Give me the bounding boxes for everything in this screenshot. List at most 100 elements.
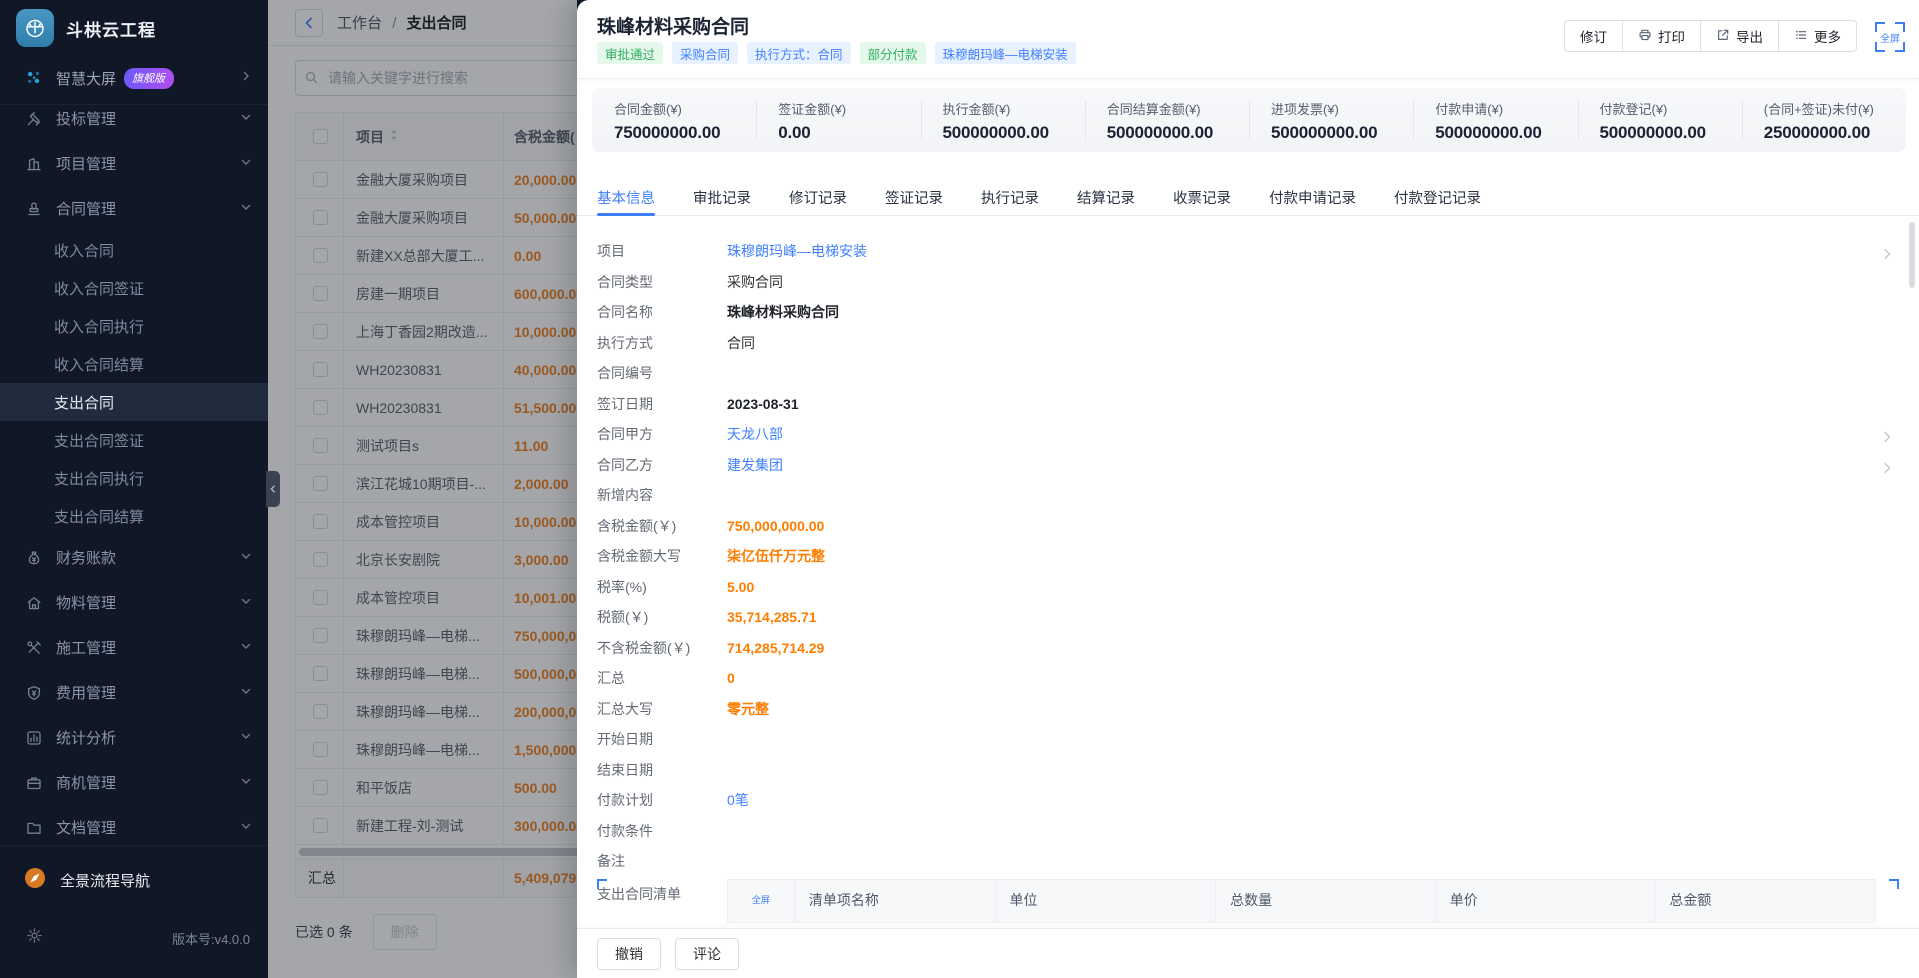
- stat-value: 500000000.00: [1435, 123, 1577, 143]
- sidebar-item-construction[interactable]: 施工管理: [0, 625, 268, 670]
- sidebar-item-opportunity[interactable]: 商机管理: [0, 760, 268, 805]
- sidebar-item-finance[interactable]: 财务账款: [0, 535, 268, 580]
- comment-button[interactable]: 评论: [675, 938, 739, 970]
- stat-value: 500000000.00: [1600, 123, 1742, 143]
- more-button[interactable]: 更多: [1778, 20, 1857, 52]
- contract-detail-drawer: 珠峰材料采购合同 审批通过采购合同执行方式：合同部分付款珠穆朗玛峰—电梯安装 修…: [577, 0, 1919, 978]
- panorama-nav-label: 全景流程导航: [60, 870, 150, 891]
- field-label: 汇总: [597, 663, 727, 694]
- stat-label: 付款登记(¥): [1600, 99, 1742, 118]
- field-label: 不含税金额(￥): [597, 633, 727, 664]
- field-value[interactable]: 珠穆朗玛峰—电梯安装: [727, 236, 867, 267]
- sidebar-item-panorama-nav[interactable]: 全景流程导航: [0, 854, 268, 906]
- sidebar-item-label: 商机管理: [56, 772, 116, 793]
- tools-icon: [25, 640, 43, 656]
- tab-4[interactable]: 执行记录: [981, 180, 1039, 215]
- sidebar-item-statistics[interactable]: 统计分析: [0, 715, 268, 760]
- drawer-scrollbar-thumb[interactable]: [1909, 222, 1915, 288]
- sidebar-subitem[interactable]: 支出合同: [0, 383, 268, 421]
- export-button[interactable]: 导出: [1700, 20, 1779, 52]
- field-label: 合同乙方: [597, 450, 727, 481]
- stat-value: 500000000.00: [1271, 123, 1413, 143]
- tab-6[interactable]: 收票记录: [1173, 180, 1231, 215]
- drawer-header: 珠峰材料采购合同 审批通过采购合同执行方式：合同部分付款珠穆朗玛峰—电梯安装 修…: [577, 0, 1919, 79]
- status-tag: 部分付款: [860, 42, 926, 64]
- sidebar-item-contract[interactable]: 合同管理: [0, 186, 268, 231]
- field-value: 0: [727, 663, 735, 694]
- drawer-footer: 撤销评论: [577, 928, 1919, 978]
- sidebar-subitem[interactable]: 收入合同: [0, 231, 268, 269]
- expense-item-table-header: 全屏清单项名称单位总数量单价总金额: [727, 879, 1876, 923]
- field-row: 结束日期: [597, 755, 1899, 786]
- field-value: 零元整: [727, 694, 769, 725]
- sidebar-subitem[interactable]: 支出合同结算: [0, 497, 268, 535]
- stat-item: 进项发票(¥)500000000.00: [1249, 88, 1413, 152]
- sidebar-item-material[interactable]: 物料管理: [0, 580, 268, 625]
- expense-contract-list-pane: 工作台 / 支出合同 项目 含税金额( 金融大厦采购项目20,000.00金融大…: [268, 0, 577, 978]
- tab-7[interactable]: 付款申请记录: [1269, 180, 1356, 215]
- field-value[interactable]: 建发集团: [727, 450, 783, 481]
- gear-icon[interactable]: [26, 927, 43, 949]
- field-row: 合同乙方建发集团: [597, 450, 1899, 481]
- flagship-badge: 旗舰版: [124, 68, 174, 89]
- field-row: 不含税金额(￥)714,285,714.29: [597, 633, 1899, 664]
- field-value[interactable]: 0笔: [727, 785, 749, 816]
- app-logo-icon: [16, 9, 54, 47]
- field-label: 执行方式: [597, 328, 727, 359]
- warehouse-icon: [25, 595, 43, 611]
- sidebar-subitem[interactable]: 收入合同执行: [0, 307, 268, 345]
- sidebar-item-expense[interactable]: 费用管理: [0, 670, 268, 715]
- print-button[interactable]: 打印: [1622, 20, 1701, 52]
- sidebar-item-bidding[interactable]: 投标管理: [0, 96, 268, 141]
- sidebar-item-label: 文档管理: [56, 817, 116, 838]
- sidebar-subitem[interactable]: 收入合同签证: [0, 269, 268, 307]
- gavel-icon: [25, 111, 43, 127]
- field-row: 付款条件: [597, 816, 1899, 847]
- chevron-right-icon: [240, 69, 252, 87]
- modal-overlay[interactable]: [268, 0, 577, 978]
- tab-1[interactable]: 审批记录: [693, 180, 751, 215]
- stat-item: 执行金额(¥)500000000.00: [921, 88, 1085, 152]
- basic-info-panel: 项目珠穆朗玛峰—电梯安装合同类型采购合同合同名称珠峰材料采购合同执行方式合同合同…: [577, 217, 1919, 928]
- sidebar-item-label: 项目管理: [56, 153, 116, 174]
- sidebar-item-label: 统计分析: [56, 727, 116, 748]
- inner-fullscreen-button[interactable]: 全屏: [748, 888, 774, 914]
- field-row: 签订日期2023-08-31: [597, 389, 1899, 420]
- field-label: 项目: [597, 236, 727, 267]
- field-value: 采购合同: [727, 267, 783, 298]
- revoke-button[interactable]: 撤销: [597, 938, 661, 970]
- sidebar-item-document[interactable]: 文档管理: [0, 805, 268, 845]
- tab-5[interactable]: 结算记录: [1077, 180, 1135, 215]
- sidebar-item-project[interactable]: 项目管理: [0, 141, 268, 186]
- fullscreen-button[interactable]: 全屏: [1875, 22, 1905, 52]
- field-row: 汇总大写零元整: [597, 694, 1899, 725]
- revise-button[interactable]: 修订: [1564, 20, 1623, 52]
- sidebar-item-label: 物料管理: [56, 592, 116, 613]
- sidebar-subitem[interactable]: 收入合同结算: [0, 345, 268, 383]
- tab-2[interactable]: 修订记录: [789, 180, 847, 215]
- sidebar-subitem[interactable]: 支出合同执行: [0, 459, 268, 497]
- building-icon: [25, 156, 43, 172]
- field-row: 合同甲方天龙八部: [597, 419, 1899, 450]
- chevron-down-icon: [240, 155, 252, 173]
- stat-label: 签证金额(¥): [778, 99, 920, 118]
- tab-3[interactable]: 签证记录: [885, 180, 943, 215]
- field-value[interactable]: 天龙八部: [727, 419, 783, 450]
- field-value: 714,285,714.29: [727, 633, 824, 664]
- sidebar-collapse-handle[interactable]: [266, 471, 280, 507]
- tab-0[interactable]: 基本信息: [597, 180, 655, 215]
- tab-8[interactable]: 付款登记记录: [1394, 180, 1481, 215]
- sidebar-item-smart-screen[interactable]: 智慧大屏 旗舰版: [0, 56, 268, 100]
- version-label: 版本号:v4.0.0: [172, 929, 250, 948]
- stat-item: 付款申请(¥) 500000000.00: [1413, 88, 1577, 152]
- compass-icon: [24, 867, 46, 894]
- smart-screen-label: 智慧大屏: [56, 68, 116, 89]
- sidebar: 斗栱云工程 智慧大屏 旗舰版 投标管理项目管理合同管理收入合同收入合同签证收入合…: [0, 0, 268, 978]
- sidebar-subitem[interactable]: 支出合同签证: [0, 421, 268, 459]
- sidebar-item-label: 财务账款: [56, 547, 116, 568]
- field-label: 付款条件: [597, 816, 727, 847]
- stat-item: (合同+签证)未付(¥)250000000.00: [1742, 88, 1906, 152]
- stat-label: 付款申请(¥): [1435, 99, 1577, 118]
- field-label: 汇总大写: [597, 694, 727, 725]
- field-row: 税率(%)5.00: [597, 572, 1899, 603]
